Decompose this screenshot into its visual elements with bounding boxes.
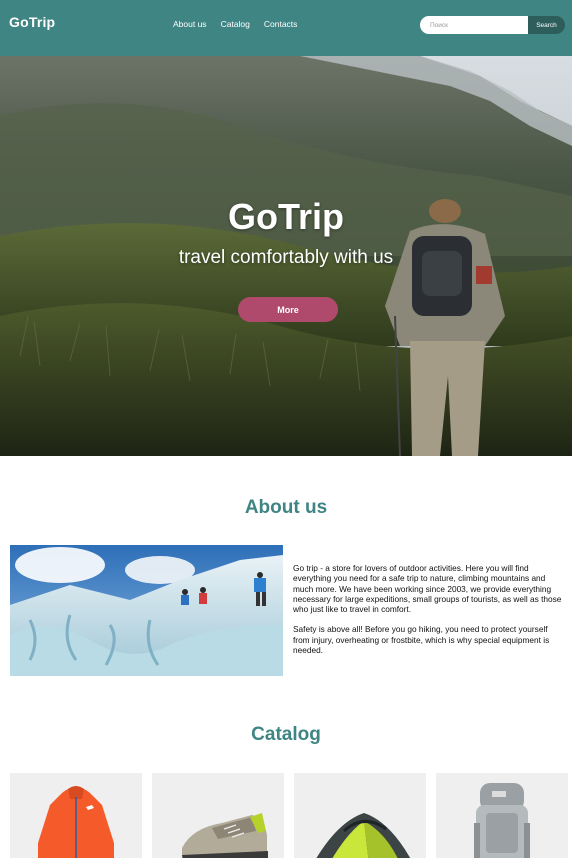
catalog-heading: Catalog [251,724,321,745]
main-nav: About us Catalog Contacts [173,19,297,29]
hero-section: GoTrip travel comfortably with us More [0,56,572,456]
backpack-image [474,783,530,858]
about-description: Go trip - a store for lovers of outdoor … [293,563,563,655]
catalog-grid [10,773,568,858]
site-header: GoTrip About us Catalog Contacts Search [0,0,572,56]
catalog-card-jacket[interactable] [10,773,142,858]
tent-image [316,813,411,858]
about-paragraph: Go trip - a store for lovers of outdoor … [293,563,562,615]
more-button[interactable]: More [238,297,338,322]
search-button[interactable]: Search [528,16,565,34]
hero-title: GoTrip [228,196,344,237]
site-logo[interactable]: GoTrip [9,14,55,30]
about-heading: About us [244,497,328,518]
catalog-card-backpack[interactable] [436,773,568,858]
glacier-climbers-image [10,545,283,676]
nav-link-catalog[interactable]: Catalog [221,19,250,29]
hiking-shoe-image [182,813,268,858]
nav-link-contacts[interactable]: Contacts [264,19,298,29]
search-form: Search [420,16,565,34]
hero-subtitle: travel comfortably with us [178,247,394,268]
nav-link-about[interactable]: About us [173,19,207,29]
about-paragraph: Safety is above all! Before you go hikin… [293,624,550,656]
catalog-card-tent[interactable] [294,773,426,858]
search-input[interactable] [420,16,528,34]
catalog-card-shoe[interactable] [152,773,284,858]
jacket-image [38,786,114,858]
